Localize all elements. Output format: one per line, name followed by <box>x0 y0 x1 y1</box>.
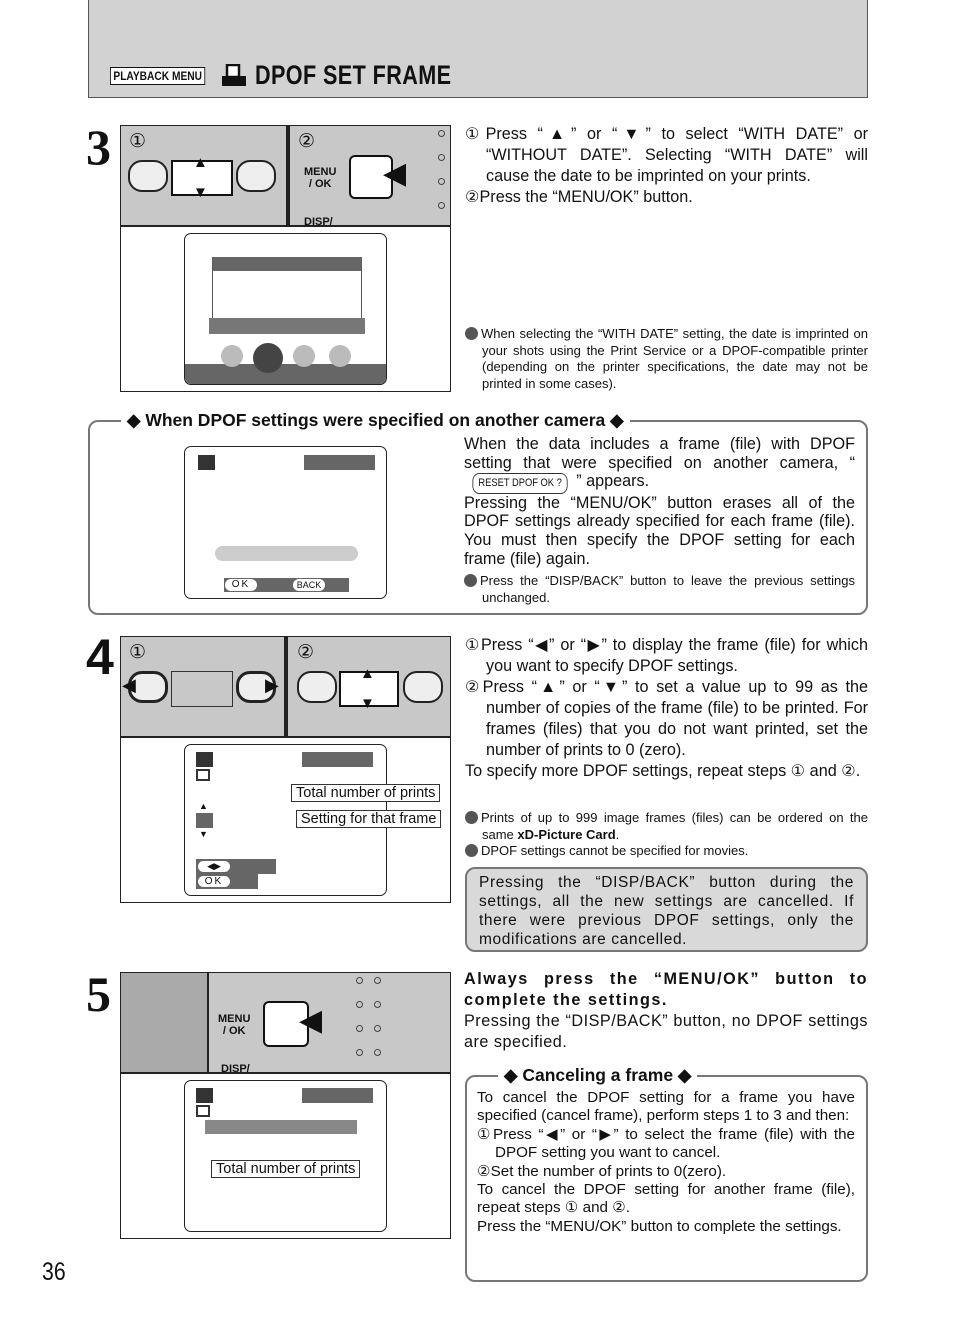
note-icon <box>465 844 478 857</box>
section-title: ◆ When DPOF settings were specified on a… <box>121 410 630 431</box>
instruction-3: To specify more DPOF settings, repeat st… <box>465 762 861 780</box>
reset-dpof-screen: OK BACK <box>184 446 387 599</box>
up-arrow-icon: ▲ <box>360 665 375 682</box>
camera-buttons-illustration: MENU / OK ◀ DISP/ <box>121 973 450 1075</box>
step-marker-2: ② <box>297 642 315 663</box>
date-icon <box>196 769 210 781</box>
right-button <box>403 671 443 703</box>
right-button <box>236 160 276 192</box>
camera-buttons-illustration: ① ② ▲ ▼ MENU / OK ◀ DISP/ <box>121 126 450 228</box>
step-marker-1: ① <box>129 642 147 663</box>
print-icon <box>222 64 246 86</box>
note-text: Press the “DISP/BACK” button to leave th… <box>480 573 855 605</box>
step3-figure: ① ② ▲ ▼ MENU / OK ◀ DISP/ <box>120 125 451 392</box>
callout-total-prints: Total number of prints <box>291 784 441 802</box>
lcd-screen <box>184 233 387 385</box>
note-icon <box>465 327 478 340</box>
step4-note-1: Prints of up to 999 image frames (files)… <box>465 810 868 843</box>
disp-label: DISP/ <box>304 216 333 228</box>
warning-box: Pressing the “DISP/BACK” button during t… <box>465 867 868 952</box>
back-button-label: BACK <box>293 579 325 591</box>
set-icon <box>329 345 351 367</box>
trash-icon <box>221 345 243 367</box>
step-marker-1: ① <box>129 131 147 152</box>
step3-instructions: ①Press “▲” or “▼” to select “WITH DATE” … <box>465 124 868 208</box>
print-icon <box>196 752 213 767</box>
print-icon <box>198 455 215 470</box>
step5-figure: MENU / OK ◀ DISP/ Total number of prints <box>120 972 451 1239</box>
instruction-1: ①Press “◀” or “▶” to display the frame (… <box>465 636 868 675</box>
down-arrow-icon: ▼ <box>193 184 208 201</box>
dpof-screen <box>184 1080 387 1232</box>
ok-button-label: OK <box>225 579 257 591</box>
cancel-line: To cancel the DPOF setting for another f… <box>477 1181 855 1217</box>
left-arrow-icon: ◀ <box>122 675 136 695</box>
step3-note: When selecting the “WITH DATE” setting, … <box>465 326 868 392</box>
press-arrow-icon: ◀ <box>299 1004 323 1037</box>
cancel-line: To cancel the DPOF setting for a frame y… <box>477 1089 855 1125</box>
step-number: 5 <box>86 966 111 1022</box>
page-number: 36 <box>42 1258 66 1286</box>
menu-ok-label: MENU / OK <box>304 166 337 190</box>
left-button <box>128 160 168 192</box>
step4-instructions: ①Press “◀” or “▶” to display the frame (… <box>465 635 868 782</box>
text: ” appears. <box>576 472 650 491</box>
callout-frame-setting: Setting for that frame <box>296 810 442 828</box>
instruction-1: ①Press “▲” or “▼” to select “WITH DATE” … <box>465 125 868 185</box>
step4-note-2: DPOF settings cannot be specified for mo… <box>465 843 868 860</box>
other-camera-text: When the data includes a frame (file) wi… <box>464 435 855 568</box>
ok-label: OK <box>198 876 230 887</box>
step-number: 3 <box>86 119 111 175</box>
note-text: DPOF settings cannot be specified for mo… <box>481 843 749 858</box>
note-icon <box>464 574 477 587</box>
menu-ok-label: MENU / OK <box>218 1013 251 1037</box>
playback-menu-badge: PLAYBACK MENU <box>110 67 206 85</box>
step5-text: Always press the “MENU/OK” button to com… <box>464 969 868 1053</box>
page-title: DPOF SET FRAME <box>255 60 452 90</box>
text: When the data includes a frame (file) wi… <box>464 435 855 472</box>
cancel-line: ①Press “◀” or “▶” to select the frame (f… <box>477 1125 855 1162</box>
xd-card-name: xD-Picture Card <box>517 826 616 842</box>
up-arrow-icon: ▲ <box>193 154 208 171</box>
reset-dpof-label: RESET DPOF OK ? <box>472 473 568 494</box>
note-text: When selecting the “WITH DATE” setting, … <box>481 326 868 391</box>
callout-total-prints: Total number of prints <box>211 1160 361 1178</box>
print-icon <box>253 343 283 373</box>
press-arrow-icon: ◀ <box>383 157 407 190</box>
left-right-icon: ◀▶ <box>198 861 230 872</box>
selected-option-bar <box>209 318 365 334</box>
step-number: 4 <box>86 629 114 685</box>
step-marker-2: ② <box>298 131 316 152</box>
protect-key-icon <box>293 345 315 367</box>
camera-buttons-illustration: ① ◀ ▶ ② ▲ ▼ <box>121 637 450 738</box>
left-button <box>297 671 337 703</box>
frame-setting-value <box>196 813 213 828</box>
right-arrow-icon: ▶ <box>265 675 279 695</box>
cancel-line: Press the “MENU/OK” button to complete t… <box>477 1217 842 1235</box>
print-icon <box>196 1088 213 1103</box>
instruction-2: ②Press “▲” or “▼” to set a value up to 9… <box>465 678 868 759</box>
cancel-title: ◆ Canceling a frame ◆ <box>498 1065 698 1086</box>
other-camera-note: Press the “DISP/BACK” button to leave th… <box>464 573 855 606</box>
instruction-2: ②Press the “MENU/OK” button. <box>465 188 693 206</box>
note-icon <box>465 811 478 824</box>
date-icon <box>196 1105 210 1117</box>
cancel-line: ②Set the number of prints to 0(zero). <box>477 1162 727 1180</box>
disp-label: DISP/ <box>221 1063 250 1075</box>
cancel-instructions: To cancel the DPOF setting for a frame y… <box>477 1089 855 1236</box>
text: Pressing the “MENU/OK” button erases all… <box>464 493 855 568</box>
step4-figure: ① ◀ ▶ ② ▲ ▼ ▲ ▼ ◀▶ OK Total number of pr… <box>120 636 451 903</box>
important-instruction: Always press the “MENU/OK” button to com… <box>464 970 868 1009</box>
menu-panel <box>212 257 362 319</box>
down-arrow-icon: ▼ <box>360 695 375 712</box>
note-text: . <box>615 826 620 842</box>
instruction: Pressing the “DISP/BACK” button, no DPOF… <box>464 1012 868 1051</box>
